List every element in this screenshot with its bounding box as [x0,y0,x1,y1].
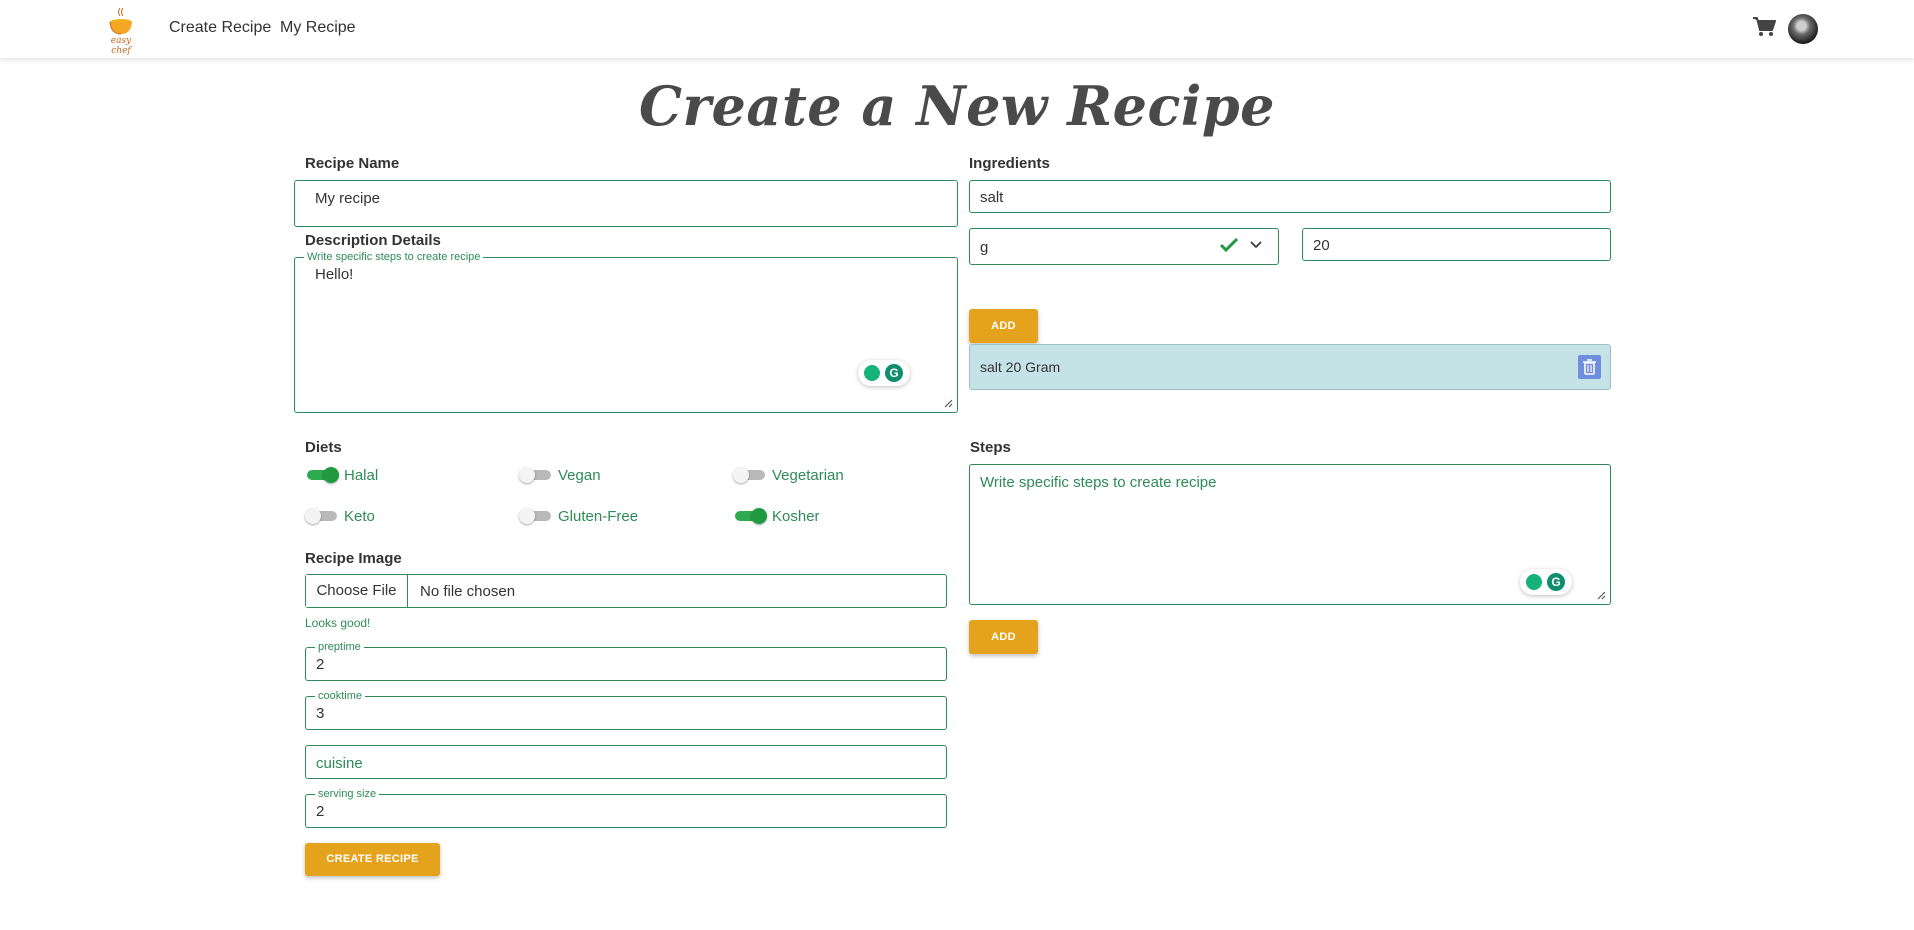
ingredient-name-input[interactable]: salt [969,180,1611,213]
description-label: Description Details [305,232,441,249]
amount-value: 20 [1313,237,1330,254]
chef-pot-icon [109,7,132,35]
keto-label: Keto [344,508,375,525]
ingredient-name-value: salt [980,189,1004,206]
add-step-button[interactable]: ADD [969,620,1038,654]
lightbulb-icon [864,365,880,381]
gluten-free-toggle[interactable] [519,508,553,524]
gluten-free-label: Gluten-Free [558,508,639,525]
keto-toggle[interactable] [305,508,339,524]
cooktime-input[interactable]: cooktime 3 [305,690,947,730]
vegan-label: Vegan [558,467,601,484]
recipe-image-file-input[interactable]: Choose File No file chosen [305,574,947,608]
amount-input[interactable]: 20 [1302,228,1611,261]
ingredients-label: Ingredients [969,155,1050,172]
user-avatar[interactable] [1788,14,1818,44]
preptime-legend: preptime [315,641,364,654]
create-recipe-button[interactable]: CREATE RECIPE [305,843,440,876]
cooktime-value: 3 [316,705,325,722]
delete-ingredient-button[interactable] [1578,355,1601,379]
preptime-value: 2 [316,656,325,673]
easy-chef-logo[interactable]: easy chef [100,6,142,56]
check-icon [1220,238,1238,252]
grammarly-icon: G [885,364,903,382]
resize-grip-icon[interactable] [943,398,953,408]
steps-label: Steps [970,439,1011,456]
steps-textarea[interactable]: Write specific steps to create recipe G [969,464,1611,605]
cuisine-input[interactable]: cuisine [305,745,947,779]
chevron-down-icon [1250,241,1262,249]
serving-size-legend: serving size [315,788,380,801]
kosher-toggle[interactable] [733,508,767,524]
grammarly-widget[interactable]: G [858,360,910,386]
halal-toggle[interactable] [305,467,339,483]
cooktime-legend: cooktime [315,690,366,703]
resize-grip-icon[interactable] [1596,590,1606,600]
image-valid-feedback: Looks good! [305,616,371,630]
grammarly-widget[interactable]: G [1520,569,1572,595]
lightbulb-icon [1526,574,1542,590]
diets-label: Diets [305,439,342,456]
shopping-cart-icon[interactable] [1752,16,1776,38]
trash-icon [1583,359,1596,375]
unit-select[interactable]: g [969,228,1279,265]
logo-text: easy chef [110,36,132,56]
grammarly-icon: G [1547,573,1565,591]
kosher-label: Kosher [772,508,820,525]
page-title: Create a New Recipe [639,74,1275,138]
steps-placeholder: Write specific steps to create recipe [980,474,1217,491]
recipe-name-value: My recipe [315,190,381,207]
nav-my-recipe[interactable]: My Recipe [280,19,356,37]
vegetarian-toggle[interactable] [733,467,767,483]
unit-value: g [980,239,989,256]
serving-size-value: 2 [316,803,325,820]
ingredient-list-item: salt 20 Gram [969,344,1611,390]
vegetarian-label: Vegetarian [772,467,844,484]
recipe-name-label: Recipe Name [305,155,400,172]
description-textarea[interactable]: Write specific steps to create recipe He… [294,251,958,413]
ingredient-item-text: salt 20 Gram [980,359,1061,375]
description-legend: Write specific steps to create recipe [304,251,484,264]
nav-create-recipe[interactable]: Create Recipe [169,19,271,37]
add-ingredient-button[interactable]: ADD [969,309,1038,343]
preptime-input[interactable]: preptime 2 [305,641,947,681]
halal-label: Halal [344,467,379,484]
file-name-text: No file chosen [420,583,516,600]
cuisine-placeholder: cuisine [316,755,363,772]
choose-file-button[interactable]: Choose File [306,575,408,607]
description-value: Hello! [315,266,354,283]
serving-size-input[interactable]: serving size 2 [305,788,947,828]
navbar: easy chef Create Recipe My Recipe [0,0,1914,58]
vegan-toggle[interactable] [519,467,553,483]
recipe-image-label: Recipe Image [305,550,402,567]
recipe-name-input[interactable]: My recipe [294,180,958,227]
